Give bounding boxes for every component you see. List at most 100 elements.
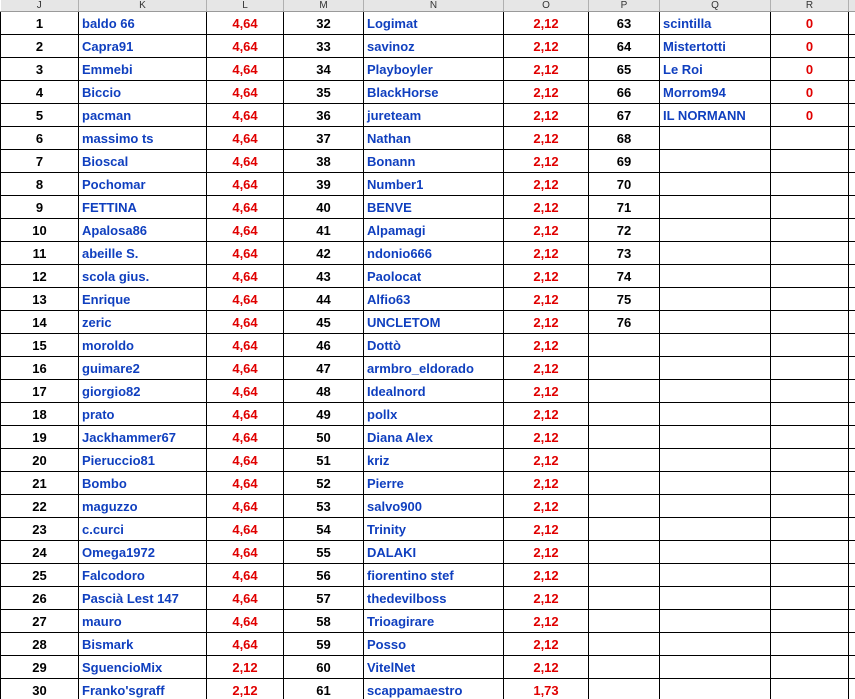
cell-col-k[interactable]: Pieruccio81 (78, 448, 207, 472)
cell-col-o[interactable]: 2,12 (503, 540, 589, 564)
cell-col-s-gutter[interactable] (848, 218, 855, 242)
cell-col-j[interactable]: 20 (0, 448, 79, 472)
cell-col-j[interactable]: 9 (0, 195, 79, 219)
cell-col-m[interactable]: 60 (283, 655, 364, 679)
cell-col-n[interactable]: savinoz (363, 34, 504, 58)
cell-col-q[interactable] (659, 448, 771, 472)
cell-col-s-gutter[interactable] (848, 310, 855, 334)
cell-col-s-gutter[interactable] (848, 103, 855, 127)
cell-col-l[interactable]: 4,64 (206, 80, 284, 104)
cell-col-p[interactable] (588, 563, 660, 587)
cell-col-n[interactable]: kriz (363, 448, 504, 472)
cell-col-p[interactable]: 66 (588, 80, 660, 104)
cell-col-l[interactable]: 4,64 (206, 57, 284, 81)
cell-col-l[interactable]: 4,64 (206, 310, 284, 334)
cell-col-m[interactable]: 59 (283, 632, 364, 656)
cell-col-s-gutter[interactable] (848, 287, 855, 311)
cell-col-m[interactable]: 32 (283, 11, 364, 35)
cell-col-p[interactable]: 75 (588, 287, 660, 311)
cell-col-p[interactable] (588, 655, 660, 679)
cell-col-l[interactable]: 4,64 (206, 264, 284, 288)
cell-col-k[interactable]: FETTINA (78, 195, 207, 219)
cell-col-k[interactable]: Enrique (78, 287, 207, 311)
cell-col-r[interactable]: 0 (770, 34, 849, 58)
cell-col-j[interactable]: 16 (0, 356, 79, 380)
column-header-m[interactable]: M (283, 0, 364, 12)
cell-col-o[interactable]: 2,12 (503, 264, 589, 288)
cell-col-q[interactable] (659, 218, 771, 242)
cell-col-o[interactable]: 2,12 (503, 103, 589, 127)
cell-col-n[interactable]: Paolocat (363, 264, 504, 288)
cell-col-q[interactable]: Morrom94 (659, 80, 771, 104)
cell-col-l[interactable]: 4,64 (206, 402, 284, 426)
cell-col-o[interactable]: 2,12 (503, 57, 589, 81)
cell-col-p[interactable]: 68 (588, 126, 660, 150)
cell-col-n[interactable]: Idealnord (363, 379, 504, 403)
cell-col-k[interactable]: Emmebi (78, 57, 207, 81)
cell-col-p[interactable] (588, 379, 660, 403)
cell-col-k[interactable]: Franko'sgraff (78, 678, 207, 699)
cell-col-j[interactable]: 28 (0, 632, 79, 656)
cell-col-k[interactable]: Omega1972 (78, 540, 207, 564)
cell-col-o[interactable]: 2,12 (503, 218, 589, 242)
cell-col-j[interactable]: 6 (0, 126, 79, 150)
cell-col-k[interactable]: Bioscal (78, 149, 207, 173)
cell-col-r[interactable] (770, 287, 849, 311)
cell-col-l[interactable]: 4,64 (206, 448, 284, 472)
cell-col-q[interactable] (659, 287, 771, 311)
cell-col-n[interactable]: thedevilboss (363, 586, 504, 610)
cell-col-p[interactable] (588, 494, 660, 518)
column-header-o[interactable]: O (503, 0, 589, 12)
cell-col-o[interactable]: 2,12 (503, 195, 589, 219)
cell-col-p[interactable]: 70 (588, 172, 660, 196)
cell-col-q[interactable] (659, 586, 771, 610)
cell-col-p[interactable] (588, 402, 660, 426)
cell-col-r[interactable] (770, 218, 849, 242)
cell-col-q[interactable]: scintilla (659, 11, 771, 35)
cell-col-o[interactable]: 2,12 (503, 586, 589, 610)
cell-col-s-gutter[interactable] (848, 494, 855, 518)
cell-col-l[interactable]: 4,64 (206, 218, 284, 242)
column-header-r[interactable]: R (770, 0, 849, 12)
cell-col-n[interactable]: Alpamagi (363, 218, 504, 242)
cell-col-l[interactable]: 4,64 (206, 287, 284, 311)
cell-col-k[interactable]: Bismark (78, 632, 207, 656)
cell-col-r[interactable] (770, 425, 849, 449)
cell-col-o[interactable]: 2,12 (503, 34, 589, 58)
cell-col-j[interactable]: 8 (0, 172, 79, 196)
cell-col-j[interactable]: 29 (0, 655, 79, 679)
cell-col-p[interactable] (588, 448, 660, 472)
cell-col-n[interactable]: scappamaestro (363, 678, 504, 699)
cell-col-m[interactable]: 52 (283, 471, 364, 495)
cell-col-s-gutter[interactable] (848, 540, 855, 564)
cell-col-n[interactable]: DALAKI (363, 540, 504, 564)
cell-col-o[interactable]: 2,12 (503, 356, 589, 380)
cell-col-s-gutter[interactable] (848, 80, 855, 104)
cell-col-l[interactable]: 4,64 (206, 356, 284, 380)
cell-col-o[interactable]: 2,12 (503, 80, 589, 104)
cell-col-l[interactable]: 4,64 (206, 632, 284, 656)
cell-col-k[interactable]: baldo 66 (78, 11, 207, 35)
cell-col-j[interactable]: 10 (0, 218, 79, 242)
cell-col-l[interactable]: 4,64 (206, 471, 284, 495)
cell-col-n[interactable]: Dottò (363, 333, 504, 357)
cell-col-r[interactable] (770, 356, 849, 380)
cell-col-m[interactable]: 49 (283, 402, 364, 426)
cell-col-r[interactable]: 0 (770, 57, 849, 81)
cell-col-s-gutter[interactable] (848, 586, 855, 610)
cell-col-m[interactable]: 37 (283, 126, 364, 150)
cell-col-n[interactable]: fiorentino stef (363, 563, 504, 587)
cell-col-m[interactable]: 48 (283, 379, 364, 403)
cell-col-q[interactable] (659, 494, 771, 518)
cell-col-n[interactable]: Alfio63 (363, 287, 504, 311)
cell-col-r[interactable] (770, 540, 849, 564)
cell-col-m[interactable]: 55 (283, 540, 364, 564)
cell-col-q[interactable] (659, 149, 771, 173)
cell-col-r[interactable] (770, 632, 849, 656)
cell-col-n[interactable]: Nathan (363, 126, 504, 150)
cell-col-r[interactable] (770, 586, 849, 610)
cell-col-q[interactable] (659, 172, 771, 196)
cell-col-j[interactable]: 17 (0, 379, 79, 403)
cell-col-r[interactable] (770, 494, 849, 518)
cell-col-s-gutter[interactable] (848, 379, 855, 403)
